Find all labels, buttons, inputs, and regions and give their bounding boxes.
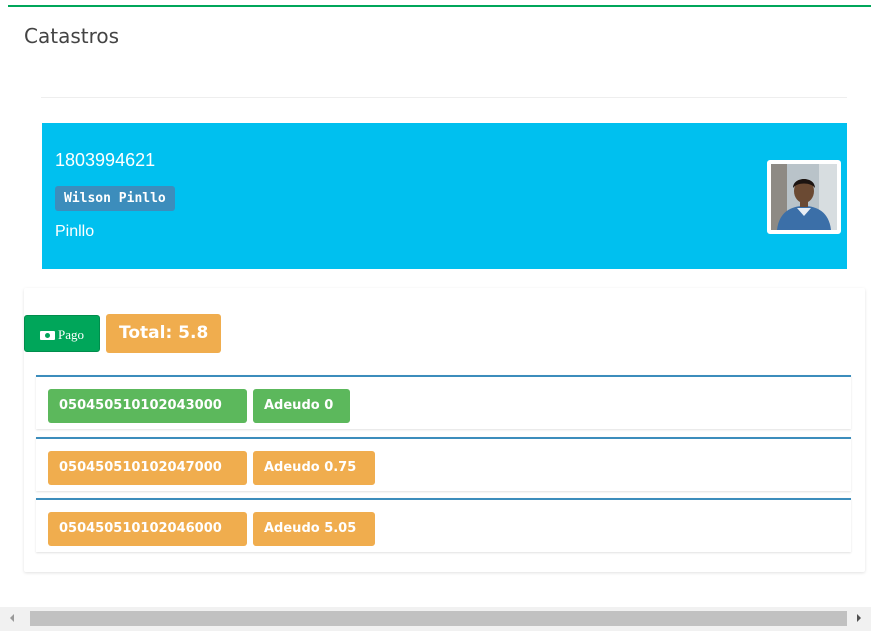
scroll-left-icon[interactable]: [10, 614, 14, 622]
catastro-code-badge: 050450510102043000: [48, 389, 247, 423]
page: Catastros 1803994621 Wilson Pinllo Pinll…: [0, 0, 871, 631]
scrollbar-thumb[interactable]: [30, 611, 847, 626]
debt-badge: Adeudo 0: [253, 389, 350, 423]
total-badge: Total: 5.8: [106, 314, 222, 353]
payment-panel: Pago Total: 5.8 050450510102043000 Adeud…: [24, 288, 865, 572]
money-icon: [40, 330, 55, 340]
catastro-row: 050450510102046000 Adeudo 5.05: [36, 498, 851, 552]
avatar: [767, 160, 841, 234]
owner-cedula: 1803994621: [55, 150, 156, 170]
owner-surname: Pinllo: [55, 223, 95, 240]
page-title: Catastros: [24, 24, 120, 48]
pay-button-label: Pago: [58, 327, 84, 342]
catastro-code-badge: 050450510102046000: [48, 512, 247, 546]
catastros-box: Catastros 1803994621 Wilson Pinllo Pinll…: [8, 5, 871, 609]
debt-badge: Adeudo 5.05: [253, 512, 375, 546]
catastro-code-badge: 050450510102047000: [48, 451, 247, 485]
debt-badge: Adeudo 0.75: [253, 451, 375, 485]
pay-button[interactable]: Pago: [24, 315, 100, 352]
owner-info-card: 1803994621 Wilson Pinllo Pinllo: [42, 123, 847, 269]
divider: [41, 97, 847, 98]
catastro-row: 050450510102047000 Adeudo 0.75: [36, 437, 851, 491]
catastro-row: 050450510102043000 Adeudo 0: [36, 375, 851, 429]
scroll-right-icon[interactable]: [857, 614, 861, 622]
horizontal-scrollbar[interactable]: [0, 607, 871, 631]
avatar-photo: [771, 164, 837, 230]
owner-name-label: Wilson Pinllo: [55, 186, 175, 211]
